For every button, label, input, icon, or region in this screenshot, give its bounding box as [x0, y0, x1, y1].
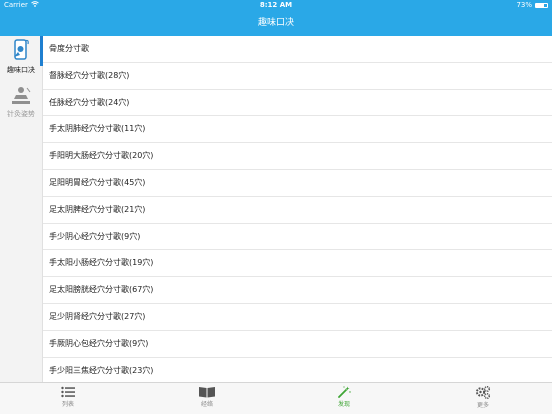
magic-wand-icon	[314, 386, 374, 398]
tab-label: 列表	[61, 401, 74, 408]
acupuncture-posture-icon	[10, 87, 32, 108]
phone-acupoint-icon	[11, 39, 31, 64]
list-item[interactable]: 足太阴脾经穴分寸歌(21穴)	[43, 197, 552, 224]
status-right: 73%	[516, 0, 548, 10]
mnemonic-list: 骨度分寸歌 督脉经穴分寸歌(28穴) 任脉经穴分寸歌(24穴) 手太阴肺经穴分寸…	[43, 36, 552, 382]
tab-bar: 列表 经络 发现 更多	[0, 382, 552, 414]
battery-percent: 73%	[516, 1, 532, 9]
battery-icon	[535, 2, 548, 8]
list-icon	[38, 386, 98, 398]
status-bar: Carrier 8:12 AM 73%	[0, 0, 552, 10]
battery-fill	[536, 3, 545, 7]
sidebar-item-label: 趣味口决	[7, 66, 35, 74]
nav-bar: 趣味口决	[0, 10, 552, 36]
sidebar-item-mnemonics[interactable]: 趣味口决	[0, 38, 42, 84]
tab-more[interactable]: 更多	[453, 386, 513, 409]
book-icon	[177, 386, 237, 398]
list-item[interactable]: 手少阳三焦经穴分寸歌(23穴)	[43, 358, 552, 382]
list-item[interactable]: 手阳明大肠经穴分寸歌(20穴)	[43, 143, 552, 170]
list-item[interactable]: 骨度分寸歌	[43, 36, 552, 63]
sidebar: 趣味口决 针灸姿势	[0, 36, 43, 382]
tab-label: 发现	[337, 401, 350, 408]
list-item[interactable]: 手少阴心经穴分寸歌(9穴)	[43, 224, 552, 251]
list-item[interactable]: 督脉经穴分寸歌(28穴)	[43, 63, 552, 90]
sidebar-item-posture[interactable]: 针灸姿势	[0, 86, 42, 130]
list-item[interactable]: 任脉经穴分寸歌(24穴)	[43, 90, 552, 117]
list-item[interactable]: 手太阳小肠经穴分寸歌(19穴)	[43, 250, 552, 278]
tab-label: 经络	[200, 401, 213, 408]
sidebar-item-label: 针灸姿势	[7, 110, 35, 118]
list-item[interactable]: 足阳明胃经穴分寸歌(45穴)	[43, 170, 552, 197]
status-time: 8:12 AM	[259, 1, 293, 9]
tab-discover[interactable]: 发现	[314, 386, 374, 408]
tab-list[interactable]: 列表	[38, 386, 98, 408]
list-item[interactable]: 手太阴肺经穴分寸歌(11穴)	[43, 116, 552, 144]
list-item[interactable]: 足少阴肾经穴分寸歌(27穴)	[43, 304, 552, 331]
page-title: 趣味口决	[257, 18, 294, 28]
gears-icon	[453, 386, 513, 399]
tab-meridians[interactable]: 经络	[177, 386, 237, 408]
list-item[interactable]: 足太阳膀胱经穴分寸歌(67穴)	[43, 277, 552, 304]
list-item[interactable]: 手厥阴心包经穴分寸歌(9穴)	[43, 331, 552, 358]
tab-label: 更多	[476, 402, 489, 409]
